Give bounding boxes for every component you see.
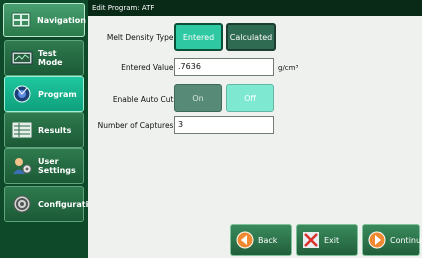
sidebar: Navigation Test Mode Program Results Use… xyxy=(0,0,100,258)
continue-button[interactable]: Continue xyxy=(362,224,422,256)
sidebar-item-configuration[interactable]: Configuration xyxy=(4,186,100,222)
exit-button[interactable]: Exit xyxy=(296,224,358,256)
back-button[interactable]: Back xyxy=(230,224,292,256)
entered-value-field[interactable]: .7636 xyxy=(174,58,274,76)
calculated-toggle-button[interactable]: Calculated xyxy=(226,23,276,51)
auto-cut-off-button[interactable]: Off xyxy=(226,84,274,112)
sidebar-item-label: Test Mode xyxy=(38,49,63,67)
number-of-captures-label: Number of Captures: xyxy=(97,121,176,130)
back-arrow-icon xyxy=(235,230,255,250)
main-panel: Edit Program: ATF Melt Density Type: Ent… xyxy=(88,0,422,258)
entered-toggle-button[interactable]: Entered xyxy=(174,23,223,51)
sidebar-item-label: Program xyxy=(38,89,77,99)
sidebar-item-program[interactable]: Program xyxy=(4,76,84,112)
sidebar-item-navigation[interactable]: Navigation xyxy=(3,3,86,37)
test-mode-icon xyxy=(10,47,34,69)
exit-x-icon xyxy=(301,230,321,250)
entered-value-unit: g/cm³ xyxy=(278,64,299,72)
navigation-icon xyxy=(9,9,33,31)
number-of-captures-field[interactable]: 3 xyxy=(174,116,274,134)
configuration-icon xyxy=(10,193,34,215)
sidebar-item-results[interactable]: Results xyxy=(4,112,84,148)
auto-cut-on-button[interactable]: On xyxy=(174,84,222,112)
sidebar-item-label: Navigation xyxy=(37,15,86,25)
melt-density-type-label: Melt Density Type: xyxy=(106,33,176,42)
sidebar-item-label: Results xyxy=(38,125,72,135)
enable-auto-cut-label: Enable Auto Cut: xyxy=(112,95,176,104)
page-title: Edit Program: ATF xyxy=(88,0,422,16)
program-icon xyxy=(10,83,34,105)
back-button-label: Back xyxy=(258,235,278,245)
entered-value-label: Entered Value: xyxy=(121,63,176,72)
exit-button-label: Exit xyxy=(324,235,340,245)
user-settings-icon xyxy=(10,155,34,177)
continue-button-label: Continue xyxy=(390,235,422,245)
sidebar-item-user-settings[interactable]: User Settings xyxy=(4,148,84,184)
sidebar-item-test-mode[interactable]: Test Mode xyxy=(4,40,84,76)
continue-arrow-icon xyxy=(367,230,387,250)
sidebar-item-label: User Settings xyxy=(38,157,76,175)
results-icon xyxy=(10,119,34,141)
